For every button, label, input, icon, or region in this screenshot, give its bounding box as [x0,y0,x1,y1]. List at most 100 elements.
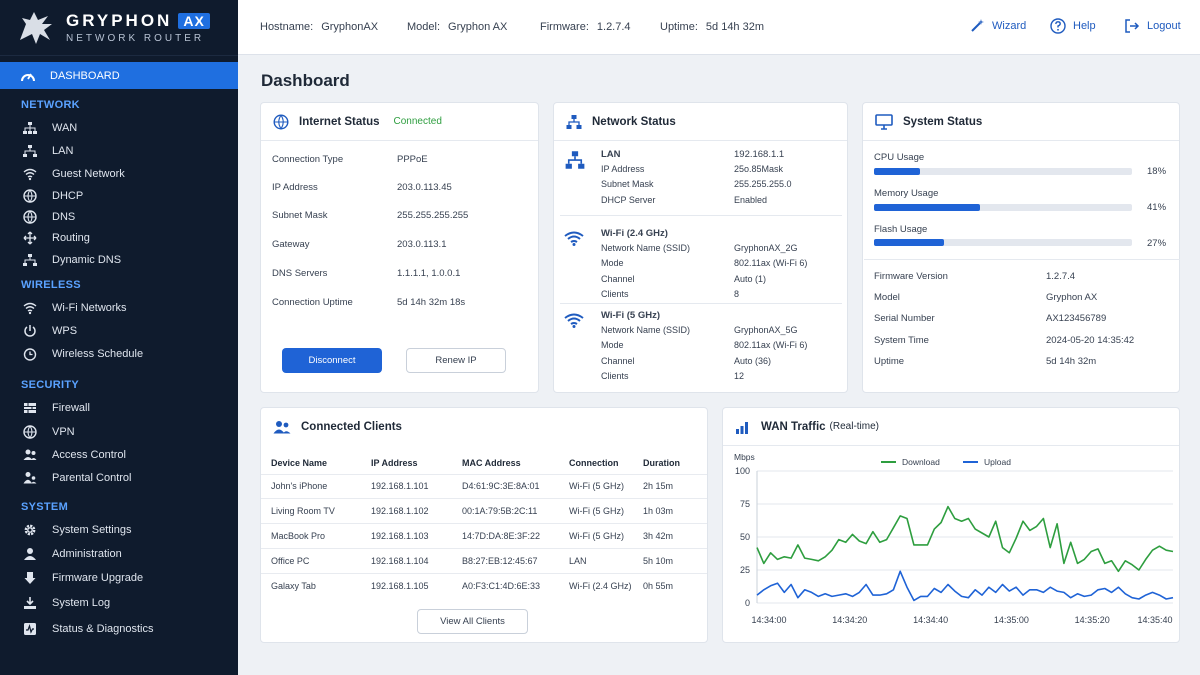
disconnect-button[interactable]: Disconnect [282,348,382,373]
sidebar-item-parental-control[interactable]: Parental Control [22,468,232,488]
sidebar-item-vpn[interactable]: VPN [22,422,232,442]
sidebar-item-wifi-networks[interactable]: Wi-Fi Networks [22,298,232,318]
y-tick-label: 0 [745,598,750,608]
nav-section-network: NETWORK [21,99,80,111]
legend-label: Download [902,457,940,467]
memory-usage-fill [874,204,980,211]
wifi5-row-value: 12 [734,371,745,381]
cpu-usage-value: 18% [1147,166,1167,177]
table-cell: 2h 15m [633,473,707,499]
sidebar-item-dynamic-dns[interactable]: Dynamic DNS [22,250,232,270]
wifi24-row-label: Mode [601,258,624,268]
table-cell: MacBook Pro [261,523,361,549]
sidebar-item-dashboard[interactable]: DASHBOARD [0,62,238,89]
system-row-label: Uptime [874,356,905,367]
column-header[interactable]: MAC Address [452,452,559,474]
table-cell: A0:F3:C1:4D:6E:33 [452,572,559,598]
dynamic-dns-icon [22,252,38,268]
sidebar: GRYPHON AX NETWORK ROUTER DASHBOARD NETWO… [0,0,238,675]
sidebar-item-dns[interactable]: DNS [22,207,232,227]
sidebar-item-access-control[interactable]: Access Control [22,445,232,465]
network-status-card: Network Status LAN 192.168.1.1 IP Addres… [553,102,848,393]
sidebar-item-system-log[interactable]: System Log [22,593,232,613]
view-all-clients-button[interactable]: View All Clients [417,609,528,634]
table-row[interactable]: Galaxy Tab 192.168.1.105 A0:F3:C1:4D:6E:33… [261,572,707,598]
system-row-value: 1.2.7.4 [1046,271,1076,282]
wps-icon [22,323,38,339]
internet-row-label: Connection Uptime [272,297,353,308]
hostname-label: Hostname: [260,21,314,33]
vpn-globe-icon [22,424,38,440]
sidebar-item-status-diagnostics[interactable]: Status & Diagnostics [22,619,232,639]
sidebar-item-firmware-upgrade[interactable]: Firmware Upgrade [22,568,232,588]
hostname-info: Hostname: GryphonAX [260,21,378,33]
wifi24-row-value: 8 [734,289,740,299]
flash-usage-fill [874,239,944,246]
renew-ip-button[interactable]: Renew IP [406,348,506,373]
wifi-icon [564,231,584,246]
sidebar-item-dhcp[interactable]: DHCP [22,186,232,206]
sidebar-item-label: Administration [52,548,122,560]
internet-row-label: Gateway [272,239,310,250]
table-cell: Galaxy Tab [261,572,361,598]
x-tick-label: 14:35:20 [1075,615,1110,625]
table-header-row: Device Name IP Address MAC Address Conne… [261,452,707,474]
lan-row-value: 255.255.255.0 [734,179,792,189]
firmware-label: Firmware: [540,21,589,33]
sidebar-item-wps[interactable]: WPS [22,321,232,341]
uptime-info: Uptime: 5d 14h 32m [660,21,764,33]
clients-table: Device Name IP Address MAC Address Conne… [261,452,707,598]
sidebar-item-wan[interactable]: WAN [22,118,232,138]
lan-row-label: IP Address [601,164,645,174]
sidebar-item-administration[interactable]: Administration [22,544,232,564]
table-cell: 14:7D:DA:8E:3F:22 [452,523,559,549]
lan-icon [22,143,38,159]
sidebar-item-label: Access Control [52,449,126,461]
table-cell: Office PC [261,547,361,574]
hostname-value: GryphonAX [321,21,379,33]
internet-row-value: 255.255.255.255 [397,210,469,221]
lan-row-value: 25o.85Mask [734,164,784,174]
sidebar-item-label: System Settings [52,524,132,536]
model-info: Model: Gryphon AX [407,21,507,33]
x-tick-label: 14:34:20 [832,615,867,625]
table-cell: Living Room TV [261,498,361,524]
table-row[interactable]: Office PC 192.168.1.104 B8:27:EB:12:45:67 L… [261,547,707,574]
wan-traffic-title: WAN Traffic [761,420,826,433]
bar-chart-icon [736,421,748,434]
table-row[interactable]: Living Room TV 192.168.1.102 00:1A:79:5B:2… [261,498,707,524]
table-row[interactable]: John's iPhone 192.168.1.101 D4:61:9C:3E:8A… [261,473,707,499]
table-cell: 00:1A:79:5B:2C:11 [452,498,559,524]
column-header[interactable]: Duration [633,452,707,474]
sidebar-item-label: System Log [52,597,111,609]
column-header[interactable]: IP Address [361,452,452,474]
flash-usage-value: 27% [1147,238,1167,249]
internet-row-label: Connection Type [272,154,344,165]
firmware-info: Firmware: 1.2.7.4 [540,21,631,33]
gear-icon [22,522,38,538]
sidebar-item-system-settings[interactable]: System Settings [22,520,232,540]
column-header[interactable]: Device Name [261,452,361,474]
routing-arrows-icon [22,230,38,246]
cpu-usage-label: CPU Usage [874,152,925,163]
x-tick-label: 14:34:40 [913,615,948,625]
brand-subtitle: NETWORK ROUTER [66,33,205,44]
column-header[interactable]: Connection [559,452,633,474]
table-cell: 0h 55m [633,572,707,598]
sidebar-item-lan[interactable]: LAN [22,141,232,161]
table-row[interactable]: MacBook Pro 192.168.1.103 14:7D:DA:8E:3F:2… [261,523,707,549]
table-cell: 5h 10m [633,547,707,574]
divider [560,215,842,216]
firewall-icon [22,400,38,416]
sidebar-item-firewall[interactable]: Firewall [22,398,232,418]
help-button[interactable]: Help [1050,18,1096,34]
lan-topology-icon [565,151,585,169]
system-row-label: Model [874,292,900,303]
sidebar-item-routing[interactable]: Routing [22,228,232,248]
sidebar-item-wireless-schedule[interactable]: Wireless Schedule [22,344,232,364]
network-status-title: Network Status [592,115,676,128]
wizard-button[interactable]: Wizard [970,18,1026,33]
logout-button[interactable]: Logout [1124,18,1181,34]
sidebar-item-guest-network[interactable]: Guest Network [22,164,232,184]
sidebar-item-label: Status & Diagnostics [52,623,154,635]
